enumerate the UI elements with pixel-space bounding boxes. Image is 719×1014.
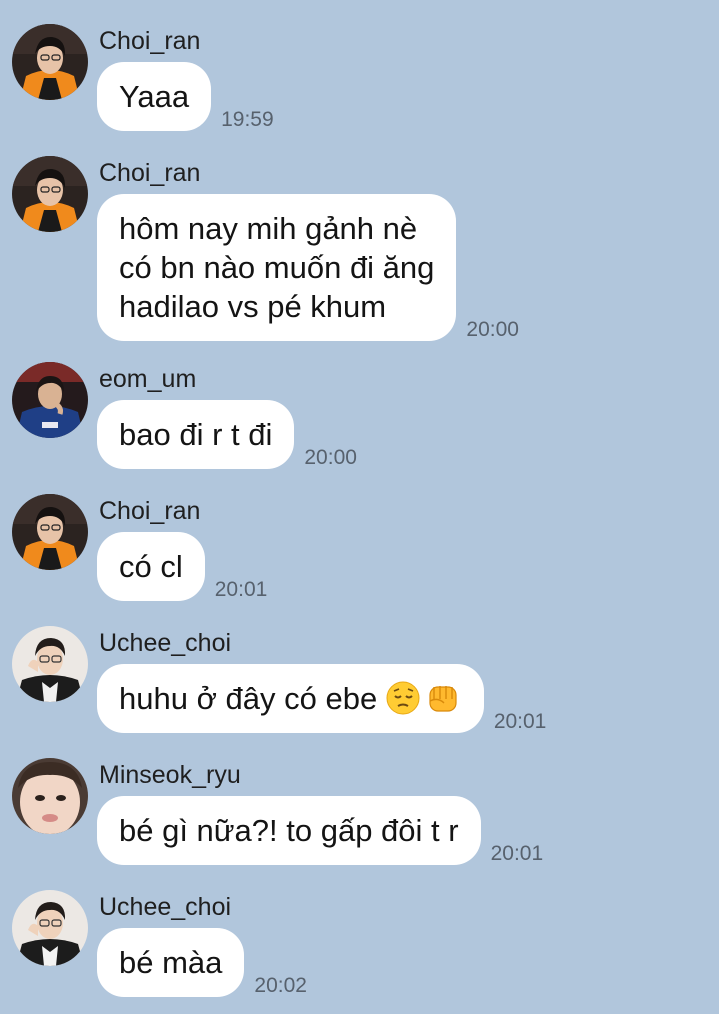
sender-name[interactable]: Choi_ran bbox=[99, 158, 200, 188]
eom-um-avatar-icon bbox=[12, 362, 88, 438]
message-timestamp: 20:01 bbox=[214, 578, 268, 601]
avatar-minseok-ryu[interactable] bbox=[12, 758, 88, 834]
uchee-choi-avatar-icon bbox=[12, 626, 88, 702]
message-bubble[interactable]: có cl bbox=[97, 532, 205, 601]
sender-name[interactable]: Choi_ran bbox=[99, 26, 200, 56]
minseok-ryu-avatar-icon bbox=[12, 758, 88, 834]
message-timestamp: 20:02 bbox=[254, 974, 307, 997]
avatar-uchee-choi[interactable] bbox=[12, 626, 88, 702]
fist-icon bbox=[424, 681, 462, 715]
sender-name[interactable]: Minseok_ryu bbox=[99, 760, 241, 790]
choi-ran-avatar-icon bbox=[12, 24, 88, 100]
message-timestamp: 20:01 bbox=[493, 710, 547, 733]
avatar-choi-ran[interactable] bbox=[12, 494, 88, 570]
message-timestamp: 20:00 bbox=[466, 318, 519, 341]
sender-name[interactable]: Uchee_choi bbox=[99, 628, 231, 658]
message-bubble[interactable]: bé màa bbox=[97, 928, 245, 997]
sender-name[interactable]: Uchee_choi bbox=[99, 892, 231, 922]
choi-ran-avatar-icon bbox=[12, 494, 88, 570]
avatar-eom-um[interactable] bbox=[12, 362, 88, 438]
message-bubble[interactable]: bé gì nữa?! to gấp đôi t r bbox=[97, 796, 481, 865]
chat-message-list[interactable]: Choi_ran Yaaa 19:59 Choi_ran hôm nay mih… bbox=[0, 0, 719, 1014]
message-bubble[interactable]: bao đi r t đi bbox=[97, 400, 295, 469]
message-timestamp: 20:01 bbox=[490, 842, 544, 865]
sender-name[interactable]: Choi_ran bbox=[99, 496, 200, 526]
message-timestamp: 19:59 bbox=[221, 108, 274, 131]
message-text: huhu ở đây có ebe bbox=[119, 681, 386, 716]
sender-name[interactable]: eom_um bbox=[99, 364, 196, 394]
uchee-choi-avatar-icon bbox=[12, 890, 88, 966]
message-bubble[interactable]: huhu ở đây có ebe bbox=[97, 664, 484, 733]
message-timestamp: 20:00 bbox=[304, 446, 357, 469]
choi-ran-avatar-icon bbox=[12, 156, 88, 232]
pensive-face-icon bbox=[386, 681, 424, 715]
avatar-choi-ran[interactable] bbox=[12, 24, 88, 100]
message-bubble[interactable]: hôm nay mih gảnh nè có bn nào muốn đi ăn… bbox=[97, 194, 457, 341]
message-bubble[interactable]: Yaaa bbox=[97, 62, 212, 131]
avatar-choi-ran[interactable] bbox=[12, 156, 88, 232]
avatar-uchee-choi[interactable] bbox=[12, 890, 88, 966]
